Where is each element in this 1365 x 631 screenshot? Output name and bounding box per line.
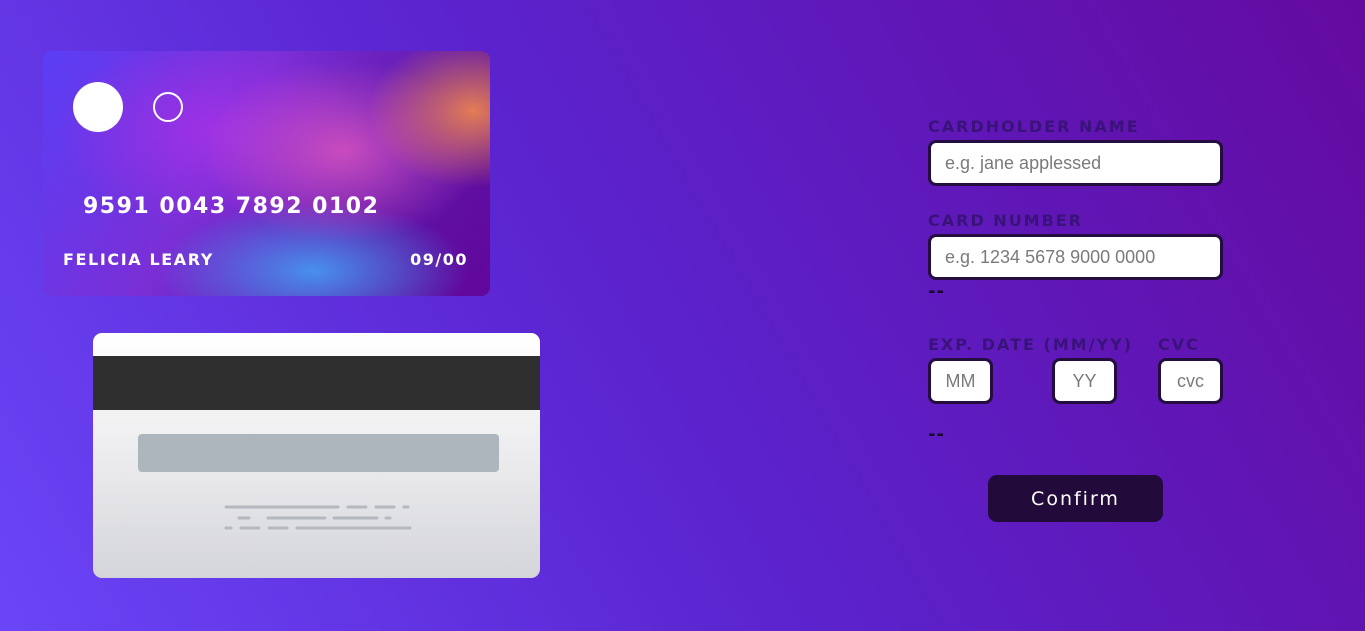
card-logo-outline-circle [153, 92, 183, 122]
card-number-input[interactable] [928, 234, 1223, 280]
cardholder-name-input[interactable] [928, 140, 1223, 186]
card-front-expiry: 09/00 [410, 250, 468, 269]
card-back [93, 333, 540, 578]
exp-date-error: -- [928, 424, 945, 445]
exp-date-label: EXP. DATE (MM/YY) [928, 335, 1134, 354]
card-front-holder-name: FELICIA LEARY [63, 250, 214, 269]
confirm-button[interactable]: Confirm [988, 475, 1163, 522]
card-number-error: -- [928, 281, 945, 302]
cardholder-name-label: CARDHOLDER NAME [928, 117, 1140, 136]
exp-month-input[interactable] [928, 358, 993, 404]
exp-year-input[interactable] [1052, 358, 1117, 404]
card-front: 9591 0043 7892 0102 FELICIA LEARY 09/00 [43, 51, 490, 296]
card-number-label: CARD NUMBER [928, 211, 1084, 230]
card-back-fine-print-lines [224, 505, 412, 530]
cvc-input[interactable] [1158, 358, 1223, 404]
card-logo-filled-circle [73, 82, 123, 132]
cvc-label: CVC [1158, 335, 1200, 354]
card-front-number: 9591 0043 7892 0102 [83, 194, 380, 219]
